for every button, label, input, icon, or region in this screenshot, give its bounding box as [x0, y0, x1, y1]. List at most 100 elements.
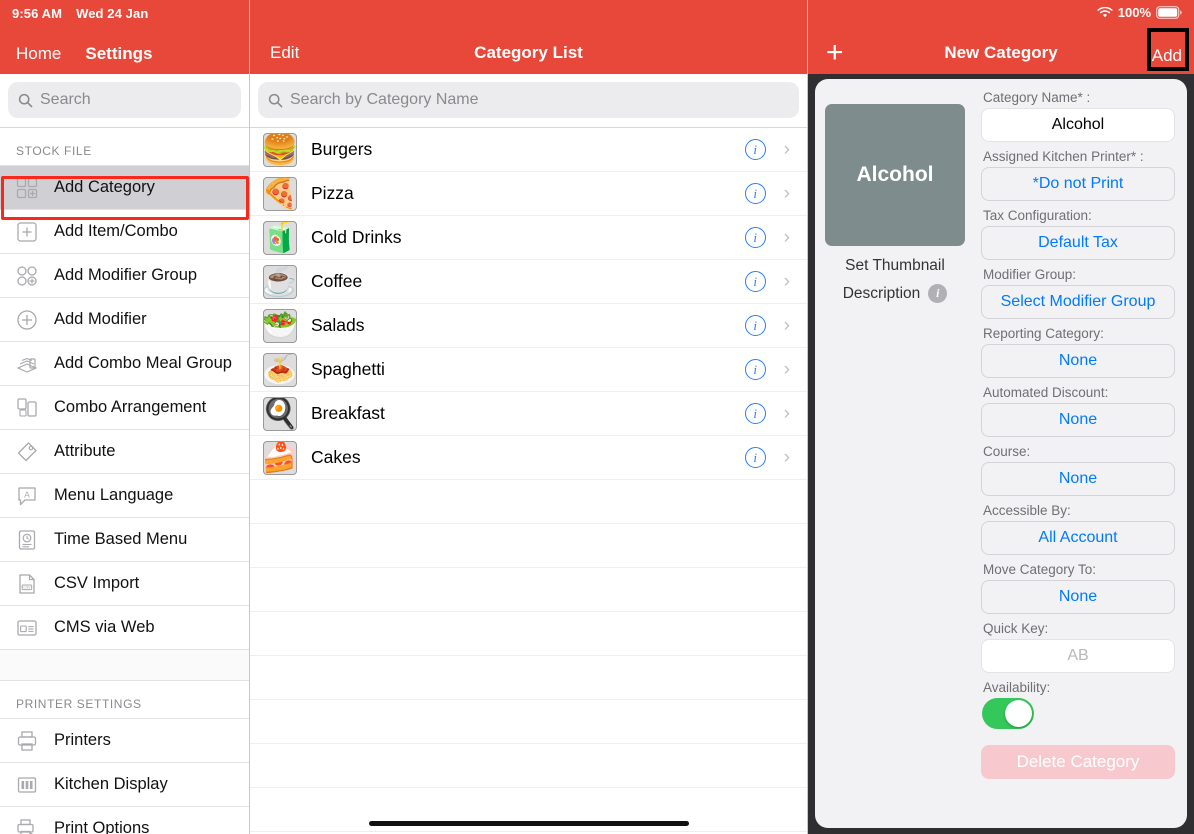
info-button[interactable]: i — [744, 271, 766, 292]
description-label: Description — [842, 284, 921, 302]
language-icon: A — [14, 483, 40, 509]
sidebar-item-csv-import[interactable]: CSV CSV Import — [0, 561, 249, 605]
sidebar-header: 9:56 AM Wed 24 Jan Home Settings — [0, 0, 249, 74]
home-indicator — [368, 821, 689, 826]
burger-thumbnail: 🍔 — [263, 132, 297, 167]
category-row[interactable]: 🍝 Spaghetti i › — [250, 348, 807, 392]
assigned-kitchen-printer-field-label: Assigned Kitchen Printer* : — [983, 149, 1144, 164]
category-row[interactable]: 🍳 Breakfast i › — [250, 392, 807, 436]
category-row[interactable]: ☕ Coffee i › — [250, 260, 807, 304]
category-name-field[interactable]: Alcohol — [981, 108, 1175, 142]
add-modifier-group-icon — [14, 263, 40, 289]
sidebar-search-input[interactable]: Search — [8, 82, 241, 118]
description-row[interactable]: Description i — [843, 284, 948, 303]
availability-toggle[interactable] — [982, 698, 1034, 729]
course-field[interactable]: None — [981, 462, 1175, 496]
info-button[interactable]: i — [744, 359, 766, 380]
nav-home-button[interactable]: Home — [16, 44, 61, 64]
category-row[interactable]: 🍔 Burgers i › — [250, 128, 807, 172]
info-button[interactable]: i — [744, 183, 766, 204]
category-search-placeholder: Search by Category Name — [290, 91, 479, 108]
sidebar-item-attribute[interactable]: Attribute — [0, 429, 249, 473]
spaghetti-thumbnail: 🍝 — [263, 352, 297, 387]
sidebar-item-add-combo-meal-group[interactable]: Add Combo Meal Group — [0, 341, 249, 385]
category-thumbnail[interactable]: Alcohol — [825, 104, 965, 246]
new-category-header: 100% + New Category Add — [808, 0, 1194, 74]
info-button[interactable]: i — [744, 227, 766, 248]
sidebar-item-label: Attribute — [54, 442, 116, 460]
info-button[interactable]: i — [744, 139, 766, 160]
thumbnail-emoji: ☕ — [263, 264, 297, 298]
chevron-right-icon: › — [783, 315, 790, 336]
add-button[interactable]: Add — [1152, 46, 1182, 66]
info-button[interactable]: i — [744, 315, 766, 336]
sidebar-item-print-options[interactable]: Print Options — [0, 806, 249, 834]
move-category-to-field-label: Move Category To: — [983, 562, 1097, 577]
empty-row — [250, 524, 807, 568]
sidebar-search-container: Search — [0, 74, 249, 127]
accessible-by-field[interactable]: All Account — [981, 521, 1175, 555]
sidebar-item-label: Add Modifier Group — [54, 266, 198, 284]
info-button[interactable]: i — [744, 447, 766, 468]
chevron-right-icon: › — [783, 271, 790, 292]
section-gap — [0, 649, 249, 681]
thumbnail-emoji: 🧃 — [263, 220, 297, 254]
empty-row — [250, 656, 807, 700]
category-row[interactable]: 🥗 Salads i › — [250, 304, 807, 348]
sidebar-item-label: CSV Import — [54, 574, 140, 592]
pizza-thumbnail: 🍕 — [263, 176, 297, 211]
delete-category-button[interactable]: Delete Category — [981, 745, 1175, 779]
move-category-to-field[interactable]: None — [981, 580, 1175, 614]
clock-menu-icon — [14, 527, 40, 553]
sidebar-item-label: Time Based Menu — [54, 530, 188, 548]
empty-row — [250, 568, 807, 612]
new-category-title: New Category — [944, 43, 1058, 62]
tag-icon — [14, 439, 40, 465]
sidebar-item-kitchen-display[interactable]: Kitchen Display — [0, 762, 249, 806]
empty-row — [250, 700, 807, 744]
search-icon — [268, 93, 283, 107]
sidebar-item-add-modifier[interactable]: Add Modifier — [0, 297, 249, 341]
cms-web-icon — [14, 615, 40, 641]
sidebar-item-label: Combo Arrangement — [54, 398, 207, 416]
empty-row — [250, 480, 807, 524]
sidebar-item-label: CMS via Web — [54, 618, 155, 636]
info-button[interactable]: i — [744, 403, 766, 424]
section-label-stock-file: STOCK FILE — [16, 144, 92, 158]
reporting-category-field[interactable]: None — [981, 344, 1175, 378]
sidebar-item-combo-arrangement[interactable]: Combo Arrangement — [0, 385, 249, 429]
category-list-header: Edit Category List — [250, 0, 807, 74]
sidebar-item-add-item-combo[interactable]: Add Item/Combo — [0, 209, 249, 253]
assigned-kitchen-printer-field[interactable]: *Do not Print — [981, 167, 1175, 201]
svg-text:A: A — [24, 489, 30, 499]
thumbnail-column: Alcohol Set Thumbnail Description i — [815, 79, 975, 828]
add-item-icon — [14, 219, 40, 245]
breakfast-thumbnail: 🍳 — [263, 396, 297, 431]
automated-discount-field[interactable]: None — [981, 403, 1175, 437]
quick-key-field[interactable]: AB — [981, 639, 1175, 673]
sidebar-item-menu-language[interactable]: A Menu Language — [0, 473, 249, 517]
chevron-right-icon: › — [783, 139, 790, 160]
accessible-by-field-label: Accessible By: — [983, 503, 1071, 518]
chevron-right-icon: › — [783, 359, 790, 380]
csv-file-icon: CSV — [14, 571, 40, 597]
thumbnail-emoji: 🍔 — [263, 132, 297, 166]
wifi-icon — [1097, 6, 1113, 17]
category-name: Pizza — [311, 183, 354, 203]
chevron-right-icon: › — [783, 183, 790, 204]
sidebar-item-label: Add Modifier — [54, 310, 147, 328]
sidebar-item-time-based-menu[interactable]: Time Based Menu — [0, 517, 249, 561]
sidebar-item-add-modifier-group[interactable]: Add Modifier Group — [0, 253, 249, 297]
sidebar-item-printers[interactable]: Printers — [0, 718, 249, 762]
info-icon[interactable]: i — [928, 284, 948, 303]
sidebar-item-add-category[interactable]: Add Category — [0, 165, 249, 209]
set-thumbnail-button[interactable]: Set Thumbnail — [845, 257, 945, 275]
modifier-group-field[interactable]: Select Modifier Group — [981, 285, 1175, 319]
category-row[interactable]: 🍕 Pizza i › — [250, 172, 807, 216]
category-row[interactable]: 🧃 Cold Drinks i › — [250, 216, 807, 260]
category-row[interactable]: 🍰 Cakes i › — [250, 436, 807, 480]
tax-configuration-field[interactable]: Default Tax — [981, 226, 1175, 260]
category-search-input[interactable]: Search by Category Name — [258, 82, 799, 118]
chevron-right-icon: › — [783, 403, 790, 424]
sidebar-item-cms-via-web[interactable]: CMS via Web — [0, 605, 249, 649]
